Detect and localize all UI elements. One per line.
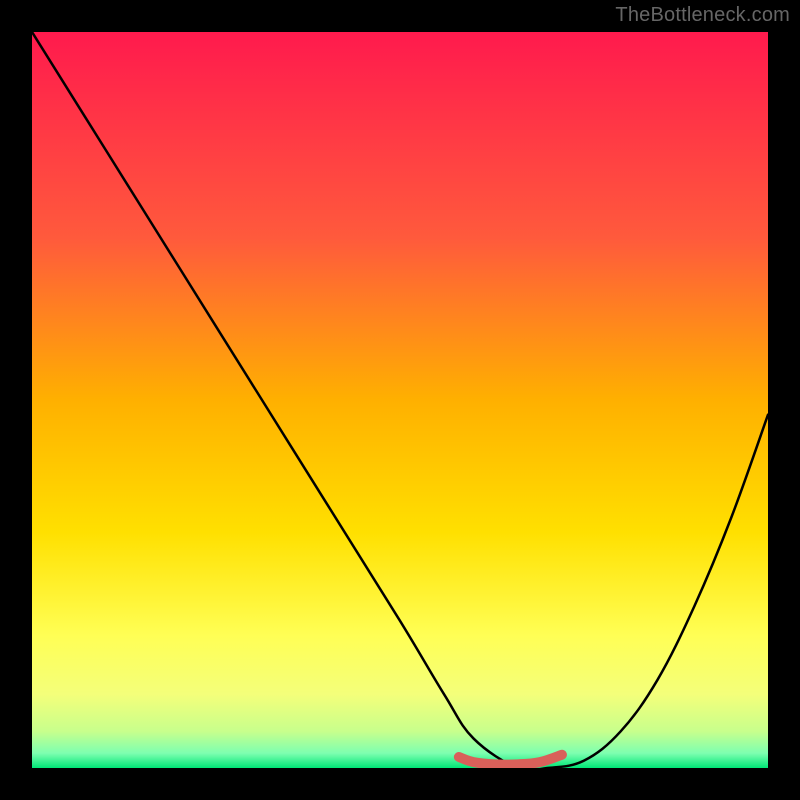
plot-area xyxy=(32,32,768,768)
chart-frame: TheBottleneck.com xyxy=(0,0,800,800)
watermark-label: TheBottleneck.com xyxy=(615,4,790,27)
chart-svg xyxy=(32,32,768,768)
gradient-background xyxy=(32,32,768,768)
